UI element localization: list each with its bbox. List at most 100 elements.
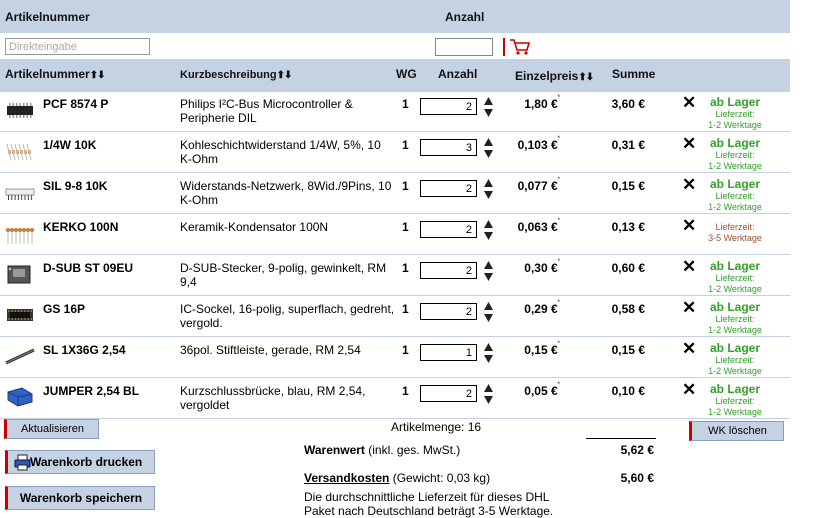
- sort-arrows-icon[interactable]: ⬆⬇: [277, 70, 293, 81]
- quantity-input[interactable]: [420, 344, 477, 361]
- quantity-input[interactable]: [420, 262, 477, 279]
- wg-value: 1: [402, 343, 409, 357]
- article-number[interactable]: KERKO 100N: [43, 220, 118, 234]
- quick-entry-header: Artikelnummer Anzahl: [0, 0, 790, 33]
- article-number[interactable]: SL 1X36G 2,54: [43, 343, 126, 357]
- quantity-stepper-icon[interactable]: [483, 342, 494, 364]
- lead-time-label: Lieferzeit:: [715, 396, 755, 406]
- unit-price: 0,05 €*: [524, 382, 560, 398]
- stock-status: ab Lager: [709, 95, 760, 109]
- stock-status: ab Lager: [709, 341, 760, 355]
- article-number[interactable]: JUMPER 2,54 BL: [43, 384, 139, 398]
- remove-item-icon[interactable]: ✕: [682, 176, 696, 194]
- sort-arrows-icon[interactable]: ⬆⬇: [90, 70, 106, 81]
- short-description: Philips I²C-Bus Microcontroller & Periph…: [180, 97, 353, 125]
- quick-qty-input[interactable]: [435, 38, 493, 56]
- dsub-connector-icon[interactable]: [5, 263, 35, 285]
- quantity-input[interactable]: [420, 139, 477, 156]
- article-count: Artikelmenge: 16: [391, 420, 482, 434]
- short-description: Keramik-Kondensator 100N: [180, 220, 329, 234]
- lead-time-value: 1-2 Werktage: [708, 202, 762, 212]
- unit-price: 1,80 €*: [524, 95, 560, 111]
- col-article[interactable]: Artikelnummer⬆⬇: [5, 67, 106, 81]
- print-cart-label: Warenkorb drucken: [30, 455, 143, 469]
- cart-row: GS 16P IC-Sockel, 16-polig, superflach, g…: [0, 297, 790, 337]
- shipping-link[interactable]: Versandkosten: [304, 471, 389, 485]
- pin-header-icon[interactable]: [5, 345, 35, 367]
- unit-price: 0,077 €*: [517, 177, 560, 193]
- col-sum: Summe: [612, 67, 656, 81]
- quantity-input[interactable]: [420, 98, 477, 115]
- remove-item-icon[interactable]: ✕: [682, 340, 696, 358]
- remove-item-icon[interactable]: ✕: [682, 258, 696, 276]
- quantity-input[interactable]: [420, 303, 477, 320]
- article-number[interactable]: SIL 9-8 10K: [43, 179, 107, 193]
- lead-time-label: Lieferzeit:: [715, 355, 755, 365]
- remove-item-icon[interactable]: ✕: [682, 217, 696, 235]
- row-divider: [0, 418, 790, 419]
- quantity-input[interactable]: [420, 221, 477, 238]
- cart-divider: [503, 38, 505, 56]
- article-number[interactable]: GS 16P: [43, 302, 85, 316]
- remove-item-icon[interactable]: ✕: [682, 135, 696, 153]
- quantity-stepper-icon[interactable]: [483, 301, 494, 323]
- quantity-input[interactable]: [420, 180, 477, 197]
- line-total: 0,15 €: [611, 343, 645, 357]
- unit-price: 0,29 €*: [524, 300, 560, 316]
- cart-row: D-SUB ST 09EU D-SUB-Stecker, 9-polig, gew…: [0, 256, 790, 296]
- total-divider: [586, 438, 656, 439]
- col-qty: Anzahl: [438, 67, 478, 81]
- quantity-stepper-icon[interactable]: [483, 96, 494, 118]
- direct-entry-input[interactable]: [5, 38, 150, 55]
- wg-value: 1: [402, 138, 409, 152]
- ic-socket-icon[interactable]: [5, 304, 35, 326]
- quantity-stepper-icon[interactable]: [483, 219, 494, 241]
- article-number[interactable]: 1/4W 10K: [43, 138, 96, 152]
- article-number[interactable]: D-SUB ST 09EU: [43, 261, 133, 275]
- quantity-stepper-icon[interactable]: [483, 383, 494, 405]
- unit-price: 0,103 €*: [517, 136, 560, 152]
- row-divider: [0, 213, 790, 214]
- cart-row: 1/4W 10K Kohleschichtwiderstand 1/4W, 5%,…: [0, 133, 790, 173]
- unit-price: 0,15 €*: [524, 341, 560, 357]
- sort-arrows-icon[interactable]: ⬆⬇: [578, 72, 594, 83]
- clear-cart-button[interactable]: WK löschen: [689, 421, 784, 441]
- article-number[interactable]: PCF 8574 P: [43, 97, 108, 111]
- col-wg: WG: [396, 67, 417, 81]
- wg-value: 1: [402, 179, 409, 193]
- add-to-cart-icon[interactable]: [509, 38, 531, 56]
- line-total: 0,15 €: [611, 179, 645, 193]
- shipping-value: 5,60 €: [620, 471, 654, 485]
- quantity-stepper-icon[interactable]: [483, 260, 494, 282]
- cart-row: SIL 9-8 10K Widerstands-Netzwerk, 8Wid./9…: [0, 174, 790, 214]
- row-divider: [0, 295, 790, 296]
- capacitor-icon[interactable]: [5, 222, 35, 244]
- cart-row: SL 1X36G 2,54 36pol. Stiftleiste, gerade,…: [0, 338, 790, 378]
- availability: ab Lager Lieferzeit: 1-2 Werktage: [700, 95, 770, 131]
- quantity-stepper-icon[interactable]: [483, 137, 494, 159]
- quantity-stepper-icon[interactable]: [483, 178, 494, 200]
- col-short-desc[interactable]: Kurzbeschreibung⬆⬇: [180, 69, 293, 81]
- remove-item-icon[interactable]: ✕: [682, 381, 696, 399]
- quantity-input[interactable]: [420, 385, 477, 402]
- save-cart-button[interactable]: Warenkorb speichern: [5, 486, 155, 510]
- update-button[interactable]: Aktualisieren: [4, 419, 99, 439]
- resistor-icon[interactable]: [5, 140, 35, 162]
- lead-time-value: 1-2 Werktage: [708, 407, 762, 417]
- shipping-row: Versandkosten (Gewicht: 0,03 kg): [304, 471, 490, 485]
- col-unit-price[interactable]: Einzelpreis⬆⬇: [515, 69, 594, 83]
- line-total: 0,58 €: [611, 302, 645, 316]
- stock-status: ab Lager: [709, 382, 760, 396]
- remove-item-icon[interactable]: ✕: [682, 299, 696, 317]
- goods-value-note: (inkl. ges. MwSt.): [368, 443, 461, 457]
- lead-time-value: 1-2 Werktage: [708, 366, 762, 376]
- print-cart-button[interactable]: Warenkorb drucken: [5, 450, 155, 474]
- short-description: IC-Sockel, 16-polig, superflach, gedreht…: [180, 302, 395, 330]
- short-description: D-SUB-Stecker, 9-polig, gewinkelt, RM 9,…: [180, 261, 387, 289]
- resistor-network-icon[interactable]: [5, 181, 35, 203]
- remove-item-icon[interactable]: ✕: [682, 94, 696, 112]
- stock-status: ab Lager: [709, 259, 760, 273]
- ic-chip-icon[interactable]: [5, 99, 35, 121]
- goods-value-label: Warenwert: [304, 443, 365, 457]
- jumper-icon[interactable]: [5, 386, 35, 408]
